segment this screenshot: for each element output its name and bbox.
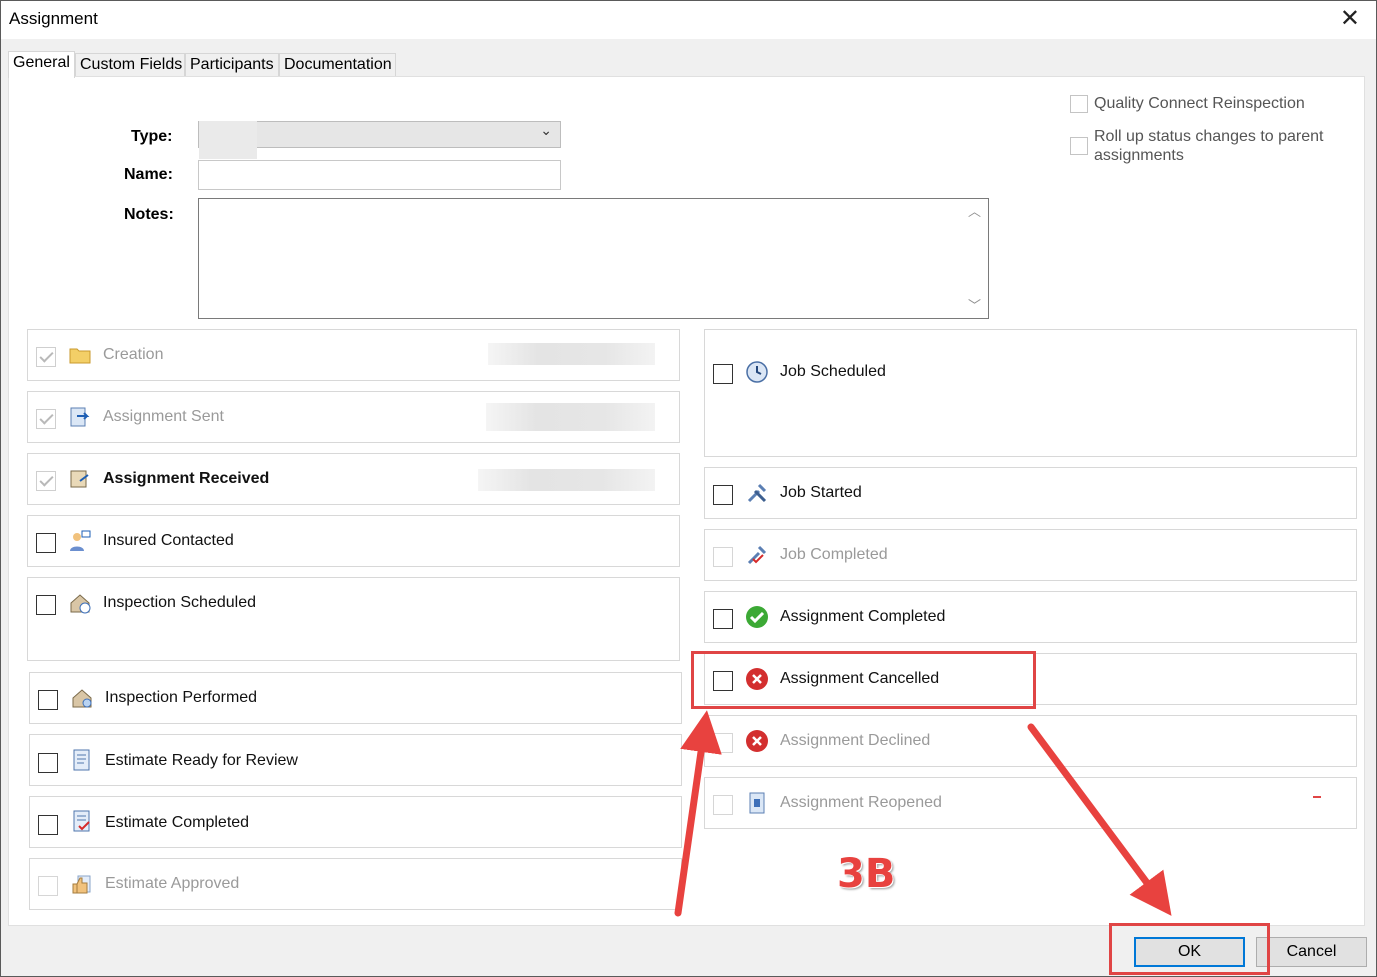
folder-icon [69, 348, 91, 364]
scroll-down-icon[interactable]: ﹀ [968, 295, 981, 314]
status-label: Assignment Sent [103, 408, 224, 425]
close-icon[interactable]: ✕ [1340, 5, 1360, 31]
status-row-estimate-ready: Estimate Ready for Review [29, 734, 682, 786]
thumbs-up-icon [72, 875, 91, 894]
tab-general[interactable]: General [8, 51, 75, 78]
status-label: Estimate Ready for Review [105, 752, 298, 769]
insured-contacted-checkbox[interactable] [36, 533, 56, 553]
status-row-assignment-sent: Assignment Sent [27, 391, 680, 443]
tab-documentation[interactable]: Documentation [279, 53, 396, 77]
assignment-sent-checkbox [36, 409, 56, 429]
tools-check-icon [747, 545, 767, 565]
status-row-inspection-performed: Inspection Performed [29, 672, 682, 724]
status-label: Assignment Received [103, 470, 270, 487]
tools-icon [747, 483, 767, 503]
inspection-performed-checkbox[interactable] [38, 690, 58, 710]
person-phone-icon [70, 530, 91, 551]
inspection-scheduled-checkbox[interactable] [36, 595, 56, 615]
clock-icon [746, 361, 768, 383]
type-select[interactable]: ⌄ [198, 121, 561, 159]
cancel-button[interactable]: Cancel [1256, 937, 1367, 967]
assignment-dialog: Assignment ✕ General Custom Fields Parti… [0, 0, 1377, 977]
assignment-completed-checkbox[interactable] [713, 609, 733, 629]
redacted-date [488, 343, 655, 365]
reopen-icon [749, 792, 765, 814]
status-label: Job Started [780, 484, 862, 501]
tab-participants[interactable]: Participants [185, 53, 279, 77]
document-icon [73, 749, 90, 771]
estimate-completed-checkbox[interactable] [38, 815, 58, 835]
status-row-job-started: Job Started [704, 467, 1357, 519]
status-label: Inspection Scheduled [103, 594, 256, 611]
status-row-insured-contacted: Insured Contacted [27, 515, 680, 567]
redacted-date [478, 469, 655, 491]
status-label: Insured Contacted [103, 532, 234, 549]
status-label: Assignment Declined [780, 732, 931, 749]
status-row-assignment-reopened: Assignment Reopened [704, 777, 1357, 829]
quality-connect-option[interactable]: Quality Connect Reinspection [1070, 95, 1305, 113]
job-started-checkbox[interactable] [713, 485, 733, 505]
chevron-down-icon: ⌄ [540, 123, 552, 139]
status-row-assignment-completed: Assignment Completed [704, 591, 1357, 643]
creation-checkbox [36, 347, 56, 367]
assignment-reopened-checkbox [713, 795, 733, 815]
status-label: Estimate Completed [105, 814, 250, 831]
red-x-icon [746, 730, 768, 752]
status-row-job-completed: Job Completed [704, 529, 1357, 581]
scroll-up-icon[interactable]: ︿ [968, 201, 981, 220]
status-label: Assignment Reopened [780, 794, 942, 811]
estimate-approved-checkbox [38, 876, 58, 896]
rollup-label: Roll up status changes to parent assignm… [1094, 128, 1324, 164]
notes-label: Notes: [124, 206, 174, 223]
rollup-checkbox[interactable] [1070, 137, 1088, 155]
notes-textarea[interactable]: ︿ ﹀ [198, 198, 989, 319]
quality-connect-checkbox[interactable] [1070, 95, 1088, 113]
inbox-icon [70, 470, 89, 488]
send-icon [70, 407, 90, 427]
status-label: Creation [103, 346, 164, 363]
quality-connect-label: Quality Connect Reinspection [1094, 95, 1305, 112]
status-row-estimate-completed: Estimate Completed [29, 796, 682, 848]
status-label: Job Completed [780, 546, 888, 563]
estimate-ready-checkbox[interactable] [38, 753, 58, 773]
status-row-creation: Creation [27, 329, 680, 381]
name-input[interactable] [198, 160, 561, 190]
status-label: Inspection Performed [105, 689, 258, 706]
job-completed-checkbox [713, 547, 733, 567]
status-label: Estimate Approved [105, 875, 240, 892]
highlight-ok [1109, 923, 1270, 975]
window-title: Assignment [9, 9, 98, 28]
status-row-inspection-scheduled: Inspection Scheduled [27, 577, 680, 661]
tab-custom-fields[interactable]: Custom Fields [75, 53, 185, 77]
redacted-area [199, 121, 257, 159]
rollup-option[interactable]: Roll up status changes to parent assignm… [1070, 127, 1340, 165]
house-icon [72, 689, 92, 708]
status-row-assignment-received: Assignment Received [27, 453, 680, 505]
status-label: Assignment Completed [780, 608, 946, 625]
type-label: Type: [131, 128, 173, 145]
highlight-cancelled [691, 651, 1036, 709]
red-mark [1313, 796, 1321, 798]
document-check-icon [73, 810, 90, 832]
redacted-date [486, 403, 655, 431]
house-clock-icon [70, 594, 91, 614]
assignment-declined-checkbox [713, 733, 733, 753]
notes-scrollbar[interactable]: ︿ ﹀ [962, 199, 988, 318]
status-row-assignment-declined: Assignment Declined [704, 715, 1357, 767]
status-label: Job Scheduled [780, 363, 886, 380]
step-label: 3B [837, 851, 896, 897]
status-row-estimate-approved: Estimate Approved [29, 858, 682, 910]
job-scheduled-checkbox[interactable] [713, 364, 733, 384]
status-row-job-scheduled: Job Scheduled [704, 329, 1357, 457]
title-bar: Assignment ✕ [1, 1, 1376, 39]
name-label: Name: [124, 166, 173, 183]
assignment-received-checkbox [36, 471, 56, 491]
green-check-icon [746, 606, 768, 628]
